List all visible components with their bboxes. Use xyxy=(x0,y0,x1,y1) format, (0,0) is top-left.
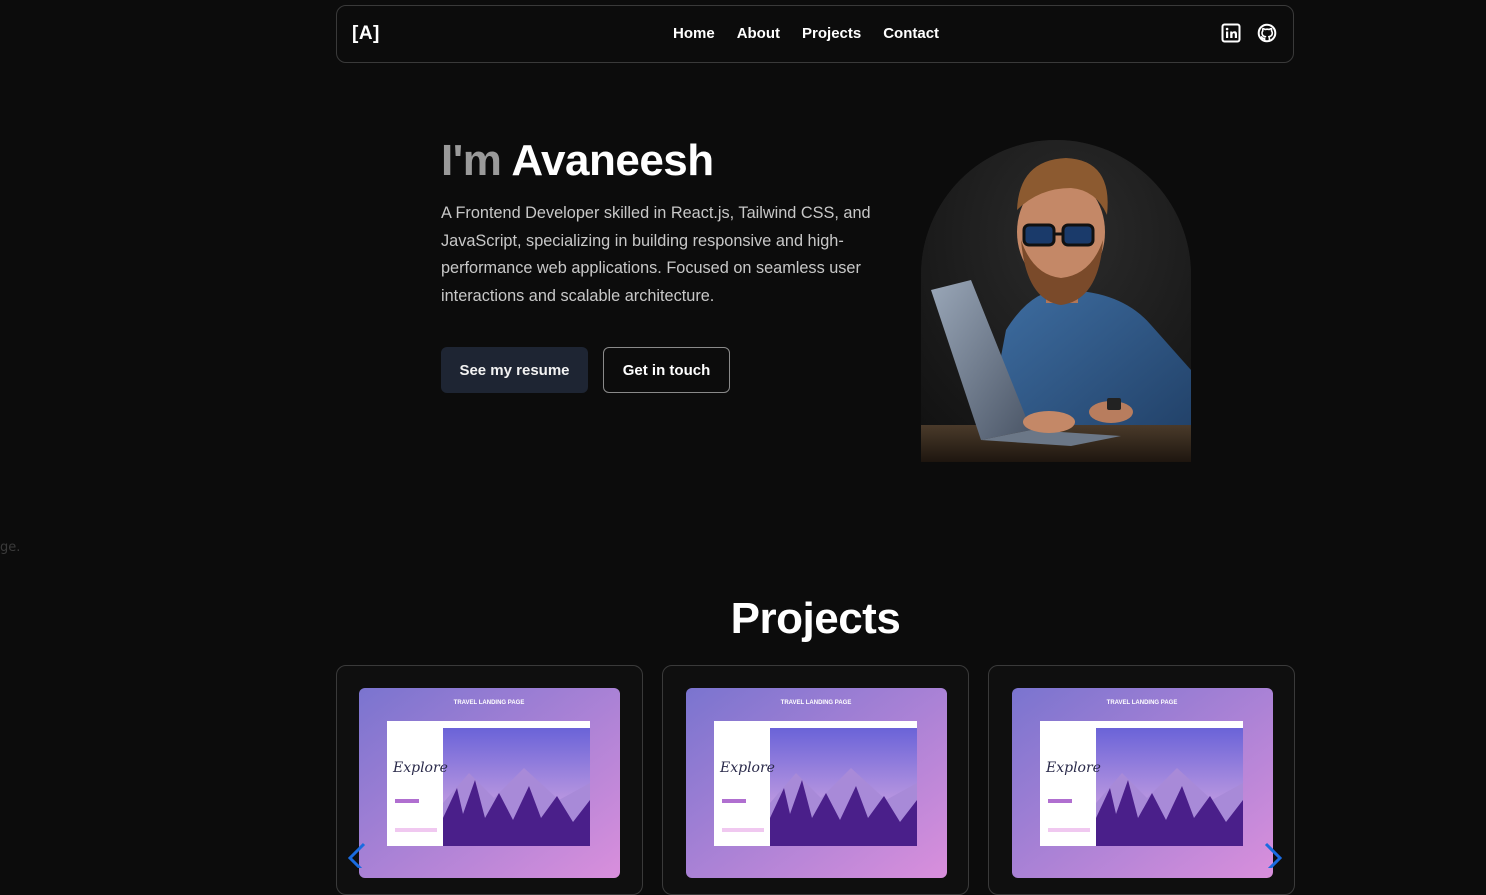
thumb-logo: Explore xyxy=(1045,760,1101,776)
project-card[interactable]: TRAVEL LANDING PAGE Explore xyxy=(662,665,969,895)
hero-title-prefix: I'm xyxy=(441,136,502,185)
project-thumbnail: TRAVEL LANDING PAGE Explore xyxy=(686,688,947,878)
stray-text: ge. xyxy=(0,540,21,555)
project-thumbnail: TRAVEL LANDING PAGE Explore xyxy=(359,688,620,878)
carousel-next-icon[interactable] xyxy=(1262,842,1286,874)
thumb-title: TRAVEL LANDING PAGE xyxy=(1107,700,1178,706)
thumb-title: TRAVEL LANDING PAGE xyxy=(454,700,525,706)
linkedin-icon[interactable] xyxy=(1221,23,1241,43)
site-logo[interactable]: [A] xyxy=(352,23,380,45)
see-resume-button[interactable]: See my resume xyxy=(441,347,588,393)
github-icon[interactable] xyxy=(1257,23,1277,43)
hero-title: I'm Avaneesh xyxy=(441,136,714,186)
nav-link-about[interactable]: About xyxy=(737,25,780,42)
project-card[interactable]: TRAVEL LANDING PAGE Explore xyxy=(988,665,1295,895)
social-links xyxy=(1221,23,1277,43)
nav-link-home[interactable]: Home xyxy=(673,25,715,42)
project-thumbnail: TRAVEL LANDING PAGE Explore xyxy=(1012,688,1273,878)
navbar: [A] Home About Projects Contact xyxy=(336,5,1294,63)
get-in-touch-button[interactable]: Get in touch xyxy=(603,347,730,393)
nav-links: Home About Projects Contact xyxy=(673,25,939,42)
project-card[interactable]: TRAVEL LANDING PAGE Explore xyxy=(336,665,643,895)
carousel-prev-icon[interactable] xyxy=(344,842,368,874)
thumb-logo: Explore xyxy=(392,760,448,776)
thumb-title: TRAVEL LANDING PAGE xyxy=(781,700,852,706)
nav-link-projects[interactable]: Projects xyxy=(802,25,861,42)
hero-description: A Frontend Developer skilled in React.js… xyxy=(441,204,871,305)
hero-name: Avaneesh xyxy=(511,136,714,185)
thumb-logo: Explore xyxy=(719,760,775,776)
profile-photo xyxy=(921,140,1191,462)
projects-heading: Projects xyxy=(730,594,901,643)
nav-link-contact[interactable]: Contact xyxy=(883,25,939,42)
